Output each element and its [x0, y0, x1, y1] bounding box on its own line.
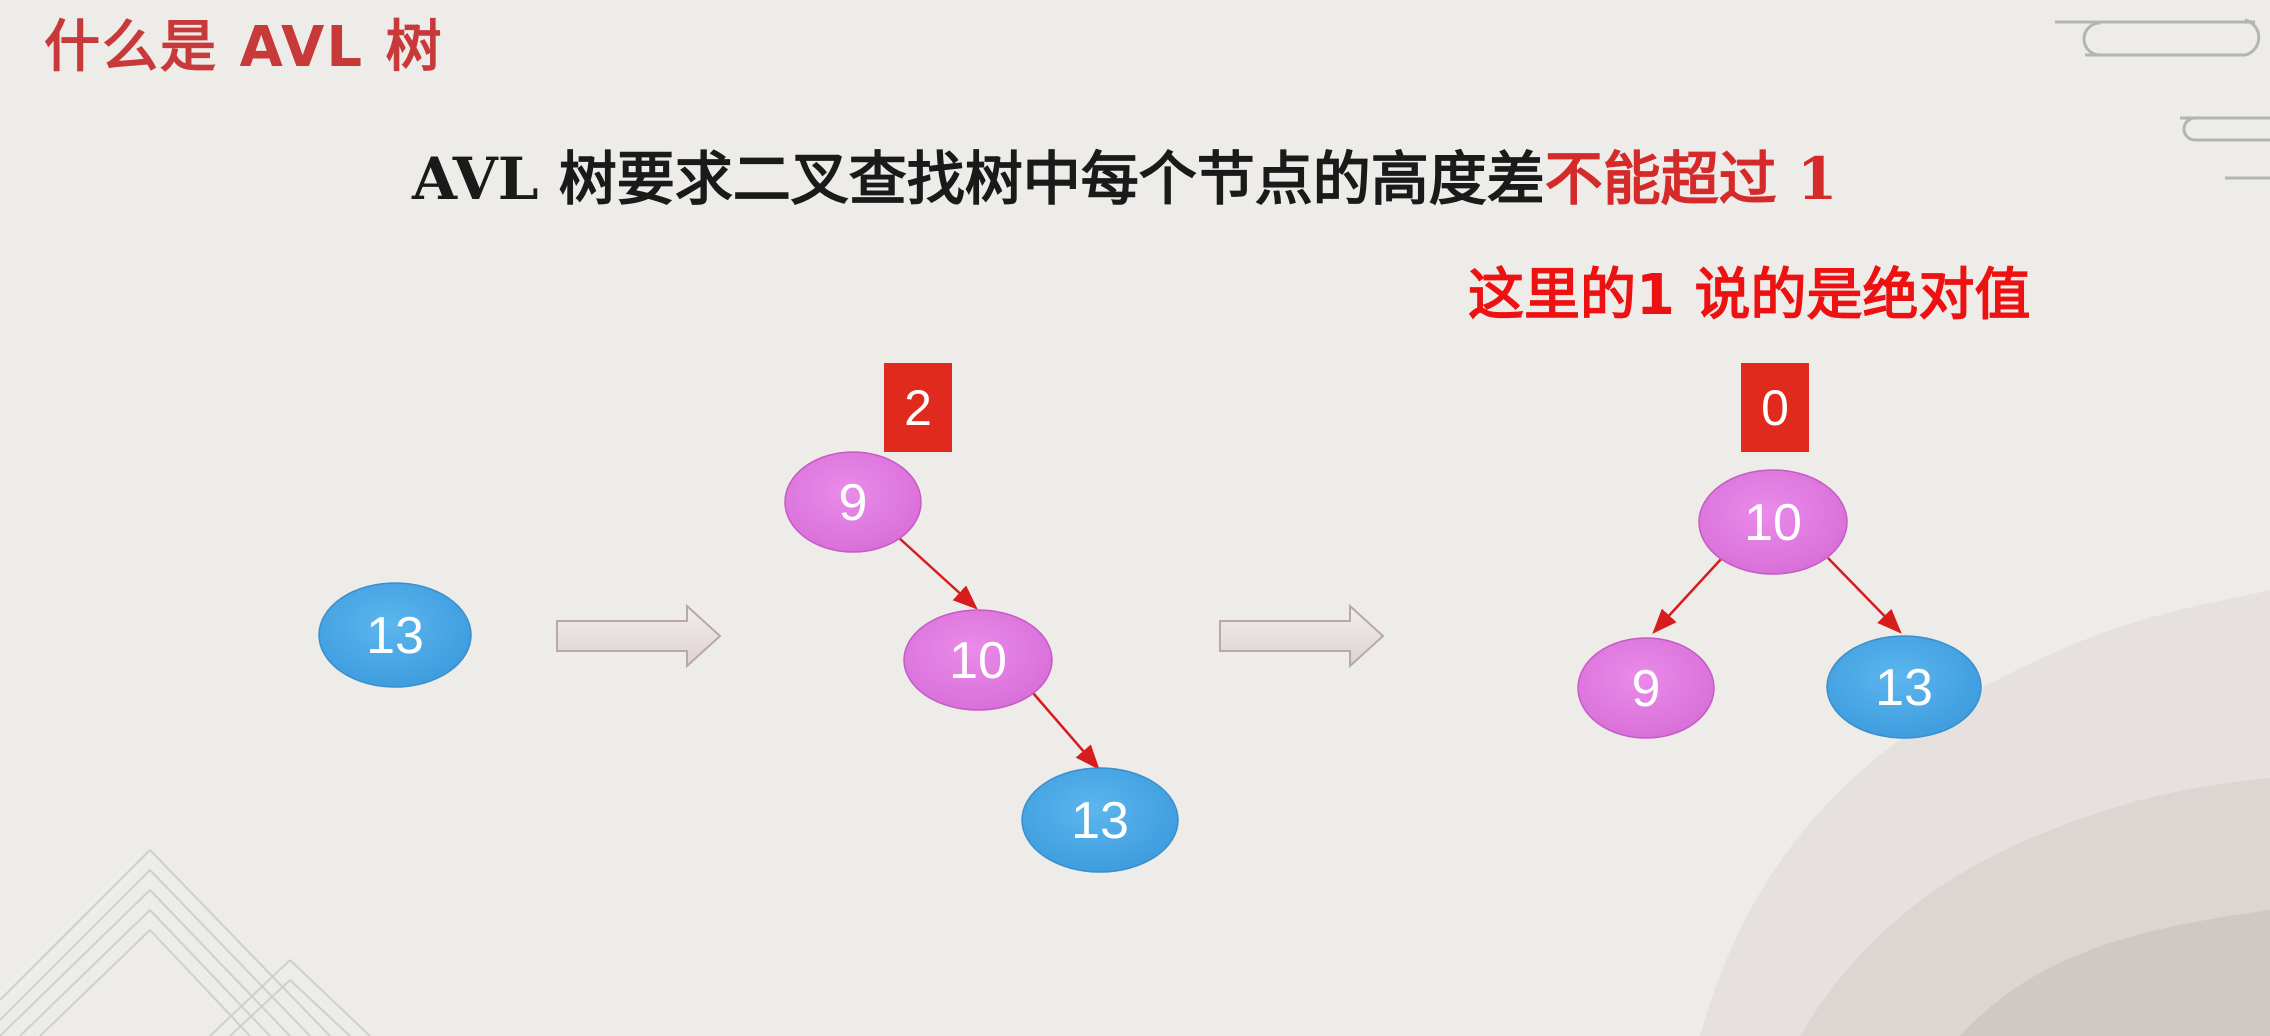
balance-badge-label: 0: [1761, 380, 1789, 436]
heading-highlight: 不能超过 1: [1544, 145, 1838, 213]
heading-text: AVL 树要求二叉查找树中每个节点的高度差: [412, 145, 1545, 213]
step2-tree: 2 9 10 13: [784, 363, 1179, 873]
step1-tree: 13: [318, 582, 472, 688]
annotation-note: 这里的1 说的是绝对值: [1468, 263, 2031, 328]
edge-root10-to-13: [1827, 557, 1902, 634]
node-label: 10: [949, 632, 1007, 690]
node-label: 9: [1632, 660, 1661, 718]
step3-tree: 0 10 9 13: [1577, 363, 1982, 739]
node-label: 13: [1071, 792, 1129, 850]
node-label: 13: [366, 607, 424, 665]
node-label: 9: [839, 474, 868, 532]
balance-badge-label: 2: [904, 380, 932, 436]
edge-root10-to-9: [1652, 557, 1723, 634]
right-arrow-icon: [1219, 603, 1385, 669]
right-arrow-icon: [556, 603, 722, 669]
node-label: 10: [1744, 494, 1802, 552]
slide-title: 什么是 AVL 树: [44, 15, 444, 80]
edge-10-to-13: [1032, 692, 1100, 770]
edge-9-to-10: [897, 536, 978, 610]
node-label: 13: [1875, 659, 1933, 717]
slide-heading: AVL 树要求二叉查找树中每个节点的高度差不能超过 1: [412, 132, 1837, 216]
